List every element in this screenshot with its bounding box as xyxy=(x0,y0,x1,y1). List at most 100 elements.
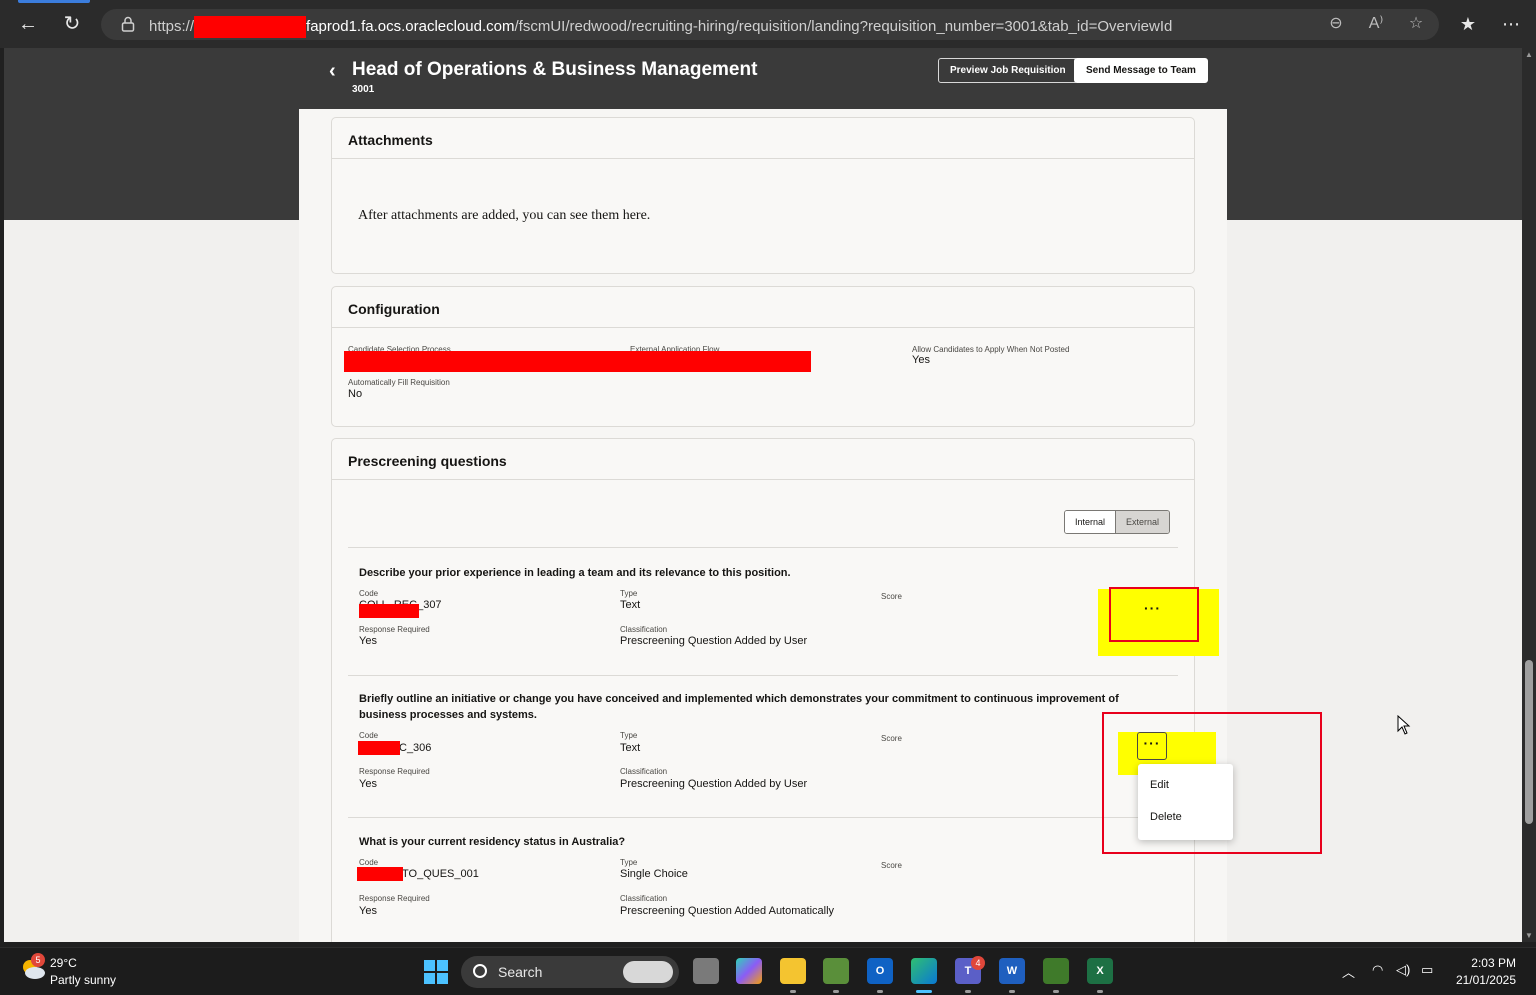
response-required-label: Response Required xyxy=(359,767,430,776)
divider xyxy=(332,479,1194,480)
browser-toolbar: ← ↻ https:// faprod1.fa.ocs.oraclecloud.c… xyxy=(0,0,1536,48)
page-title: Head of Operations & Business Management xyxy=(352,59,758,80)
chevron-up-icon[interactable]: ︿ xyxy=(1342,962,1355,981)
toggle-internal[interactable]: Internal xyxy=(1065,511,1117,533)
copilot-icon[interactable] xyxy=(736,958,762,984)
question-title: Describe your prior experience in leadin… xyxy=(359,567,791,579)
url-text: https:// faprod1.fa.ocs.oraclecloud.com/f… xyxy=(149,16,1172,38)
read-aloud-icon[interactable]: A⁾ xyxy=(1367,14,1385,34)
file-explorer-icon[interactable] xyxy=(780,958,806,984)
response-required-label: Response Required xyxy=(359,894,430,903)
allow-apply-value: Yes xyxy=(912,354,930,366)
response-required-value: Yes xyxy=(359,778,377,790)
response-required-value: Yes xyxy=(359,905,377,917)
scroll-down-icon[interactable]: ▼ xyxy=(1525,931,1533,940)
type-label: Type xyxy=(620,589,638,598)
volume-icon[interactable]: ◁) xyxy=(1396,962,1410,978)
weather-description[interactable]: Partly sunny xyxy=(50,973,116,987)
code-label: Code xyxy=(359,731,379,740)
word-icon[interactable]: W xyxy=(999,958,1025,984)
favorite-star-icon[interactable]: ☆ xyxy=(1407,14,1425,34)
classification-label: Classification xyxy=(620,767,668,776)
running-indicator xyxy=(965,990,971,993)
type-label: Type xyxy=(620,731,638,740)
code-label: Code xyxy=(359,589,379,598)
scroll-up-icon[interactable]: ▲ xyxy=(1525,50,1533,59)
classification-value: Prescreening Question Added by User xyxy=(620,778,808,790)
notepad-app-icon[interactable] xyxy=(823,958,849,984)
classification-value: Prescreening Question Added Automaticall… xyxy=(620,905,835,917)
windows-start-icon[interactable] xyxy=(424,960,448,984)
snipping-tool-icon[interactable] xyxy=(1043,958,1069,984)
weather-temperature[interactable]: 29°C xyxy=(50,956,77,970)
preview-job-requisition-button[interactable]: Preview Job Requisition xyxy=(938,58,1078,83)
divider xyxy=(348,817,1178,818)
type-label: Type xyxy=(620,858,638,867)
attachments-empty-text: After attachments are added, you can see… xyxy=(358,208,651,223)
internal-external-toggle: Internal External xyxy=(1064,510,1171,534)
redaction-box xyxy=(358,741,400,755)
favorites-icon[interactable]: ★ xyxy=(1460,12,1476,36)
weather-badge: 5 xyxy=(31,953,45,967)
score-label: Score xyxy=(881,734,902,743)
code-label: Code xyxy=(359,858,379,867)
score-label: Score xyxy=(881,861,902,870)
windows-taskbar: 5 29°C Partly sunny Search O T 4 W X ︿ ◠… xyxy=(0,947,1536,995)
requisition-number: 3001 xyxy=(352,84,375,95)
auto-fill-value: No xyxy=(348,388,363,400)
toggle-external[interactable]: External xyxy=(1116,511,1170,533)
scroll-thumb[interactable] xyxy=(1525,660,1533,824)
running-indicator xyxy=(833,990,839,993)
auto-fill-label: Automatically Fill Requisition xyxy=(348,378,450,387)
url-path: /fscmUI/redwood/recruiting-hiring/requis… xyxy=(514,17,1173,35)
send-message-to-team-button[interactable]: Send Message to Team xyxy=(1074,58,1208,83)
battery-icon[interactable]: ▭ xyxy=(1421,962,1433,978)
type-value: Text xyxy=(620,742,641,754)
more-menu-icon[interactable]: ⋯ xyxy=(1502,12,1520,36)
allow-apply-label: Allow Candidates to Apply When Not Poste… xyxy=(912,345,1070,354)
vertical-scrollbar[interactable]: ▲ ▼ xyxy=(1522,48,1536,942)
zoom-icon[interactable]: ⊖ xyxy=(1327,14,1345,34)
task-view-icon[interactable] xyxy=(693,958,719,984)
excel-icon[interactable]: X xyxy=(1087,958,1113,984)
search-icon xyxy=(473,964,487,978)
clock-date[interactable]: 21/01/2025 xyxy=(1456,973,1516,987)
configuration-title: Configuration xyxy=(348,301,440,317)
outlook-icon[interactable]: O xyxy=(867,958,893,984)
requisition-page: ‹ Head of Operations & Business Manageme… xyxy=(299,48,1227,942)
redaction-box xyxy=(194,16,307,38)
redaction-box xyxy=(359,604,419,618)
divider xyxy=(348,547,1178,548)
question-title: What is your current residency status in… xyxy=(359,836,626,848)
back-chevron-icon[interactable]: ‹ xyxy=(329,60,336,83)
address-bar[interactable]: https:// faprod1.fa.ocs.oraclecloud.com/f… xyxy=(101,9,1439,40)
response-required-label: Response Required xyxy=(359,625,430,634)
search-highlight-pill xyxy=(623,961,673,983)
clock-time[interactable]: 2:03 PM xyxy=(1471,956,1516,970)
score-label: Score xyxy=(881,592,902,601)
running-indicator xyxy=(790,990,796,993)
back-arrow-icon[interactable]: ← xyxy=(16,12,40,36)
taskbar-search[interactable]: Search xyxy=(461,956,679,988)
type-value: Text xyxy=(620,599,641,611)
active-tab-indicator xyxy=(18,0,90,3)
search-label: Search xyxy=(498,964,543,980)
running-indicator xyxy=(877,990,883,993)
question-actions-button[interactable]: ··· xyxy=(1144,600,1161,616)
classification-label: Classification xyxy=(620,894,668,903)
refresh-icon[interactable]: ↻ xyxy=(60,12,84,36)
classification-label: Classification xyxy=(620,625,668,634)
url-domain: faprod1.fa.ocs.oraclecloud.com xyxy=(306,17,515,35)
classification-value: Prescreening Question Added by User xyxy=(620,635,808,647)
red-annotation-box xyxy=(1102,712,1322,854)
running-indicator xyxy=(1053,990,1059,993)
divider xyxy=(332,327,1194,328)
question-title: Briefly outline an initiative or change … xyxy=(359,693,1119,721)
attachments-card: Attachments After attachments are added,… xyxy=(331,117,1195,274)
url-prefix: https:// xyxy=(149,17,195,35)
redaction-box xyxy=(344,351,811,372)
edge-browser-icon[interactable] xyxy=(911,958,937,984)
wifi-icon[interactable]: ◠ xyxy=(1372,962,1383,978)
teams-badge: 4 xyxy=(971,956,985,970)
attachments-title: Attachments xyxy=(348,132,433,148)
